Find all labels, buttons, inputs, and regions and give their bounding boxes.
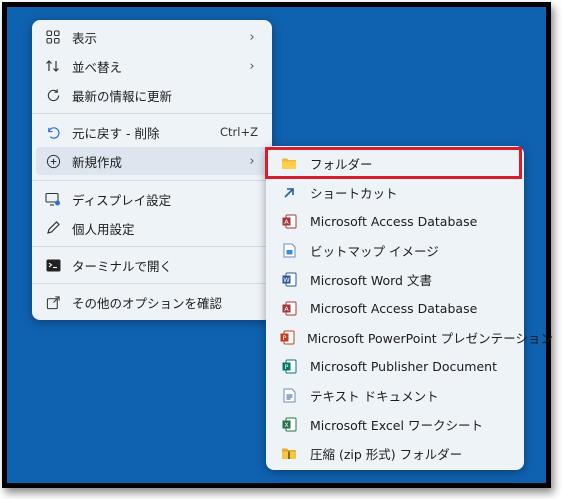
submenu-item-label: Microsoft Excel ワークシート: [310, 418, 483, 433]
share-icon: [44, 293, 62, 311]
text-document-icon: [280, 387, 298, 405]
chevron-right-icon: ›: [249, 58, 255, 74]
powerpoint-icon: P: [280, 329, 295, 347]
shortcut-arrow-icon: [280, 184, 298, 202]
menu-item-label: その他のオプションを確認: [72, 295, 223, 311]
highlight-box: [265, 147, 522, 179]
submenu-item-label: Microsoft Access Database: [310, 301, 478, 316]
submenu-item-label: 圧縮 (zip 形式) フォルダー: [310, 447, 463, 462]
terminal-icon: [44, 256, 62, 274]
menu-item-label: 並べ替え: [72, 59, 123, 75]
refresh-icon: [44, 86, 62, 104]
menu-item-label: 新規作成: [72, 154, 123, 170]
submenu-item-label: ビットマップ イメージ: [310, 244, 439, 259]
menu-item-label: ディスプレイ設定: [72, 192, 172, 208]
submenu-item-bitmap[interactable]: ビットマップ イメージ: [270, 237, 520, 264]
chevron-right-icon: ›: [249, 153, 255, 169]
svg-text:P: P: [283, 334, 287, 342]
submenu-item-excel[interactable]: X Microsoft Excel ワークシート: [270, 411, 520, 438]
display-settings-icon: [44, 190, 62, 208]
menu-separator: [32, 246, 272, 247]
menu-item-undo[interactable]: 元に戻す - 削除 Ctrl+Z: [36, 118, 268, 146]
menu-item-label: 元に戻す - 削除: [72, 125, 160, 141]
excel-icon: X: [280, 416, 298, 434]
shortcut-text: Ctrl+Z: [220, 125, 258, 139]
menu-item-personalize[interactable]: 個人用設定: [36, 214, 268, 242]
submenu-item-access-db-2[interactable]: A Microsoft Access Database: [270, 295, 520, 322]
submenu-item-word[interactable]: W Microsoft Word 文書: [270, 266, 520, 293]
menu-item-open-terminal[interactable]: ターミナルで開く: [36, 251, 268, 279]
publisher-icon: P: [280, 358, 298, 376]
menu-item-label: 個人用設定: [72, 221, 135, 237]
menu-item-label: 表示: [72, 30, 98, 46]
svg-text:W: W: [283, 276, 290, 284]
menu-item-display-settings[interactable]: ディスプレイ設定: [36, 185, 268, 213]
bitmap-icon: [280, 242, 298, 260]
submenu-item-shortcut[interactable]: ショートカット: [270, 179, 520, 206]
submenu-item-label: Microsoft Access Database: [310, 214, 478, 229]
menu-item-refresh[interactable]: 最新の情報に更新: [36, 81, 268, 109]
submenu-item-label: Microsoft Publisher Document: [310, 359, 497, 374]
zip-folder-icon: [280, 445, 298, 463]
sort-icon: [44, 57, 62, 75]
menu-item-label: ターミナルで開く: [72, 258, 173, 274]
submenu-item-label: Microsoft PowerPoint プレゼンテーション: [307, 331, 553, 346]
submenu-item-label: テキスト ドキュメント: [310, 389, 439, 404]
access-icon: A: [280, 213, 298, 231]
menu-separator: [32, 113, 272, 114]
chevron-right-icon: ›: [249, 29, 255, 45]
context-menu: 表示 › 並べ替え › 最新の情報に更新 元に戻す - 削除 Ctrl+Z 新規…: [32, 20, 272, 320]
svg-text:P: P: [284, 363, 288, 371]
submenu-item-label: ショートカット: [310, 186, 398, 201]
menu-item-sort[interactable]: 並べ替え ›: [36, 52, 268, 80]
undo-icon: [44, 123, 62, 141]
svg-text:X: X: [284, 421, 289, 429]
submenu-item-access-db[interactable]: A Microsoft Access Database: [270, 208, 520, 235]
svg-text:A: A: [284, 305, 289, 313]
submenu-item-label: Microsoft Word 文書: [310, 273, 432, 288]
submenu-item-publisher[interactable]: P Microsoft Publisher Document: [270, 353, 520, 380]
menu-item-new[interactable]: 新規作成 ›: [36, 147, 268, 175]
menu-separator: [32, 180, 272, 181]
svg-text:A: A: [284, 218, 289, 226]
menu-item-view[interactable]: 表示 ›: [36, 23, 268, 51]
menu-item-label: 最新の情報に更新: [72, 88, 173, 104]
grid-icon: [44, 28, 62, 46]
new-plus-icon: [44, 152, 62, 170]
access-icon: A: [280, 300, 298, 318]
new-submenu: フォルダー ショートカット A Microsoft Access Databas…: [266, 146, 553, 470]
menu-separator: [32, 283, 272, 284]
submenu-item-zip-folder[interactable]: 圧縮 (zip 形式) フォルダー: [270, 440, 520, 467]
pen-icon: [44, 219, 62, 237]
menu-item-more-options[interactable]: その他のオプションを確認: [36, 288, 268, 316]
submenu-item-text-document[interactable]: テキスト ドキュメント: [270, 382, 520, 409]
submenu-item-powerpoint[interactable]: P Microsoft PowerPoint プレゼンテーション: [270, 324, 553, 351]
word-icon: W: [280, 271, 298, 289]
